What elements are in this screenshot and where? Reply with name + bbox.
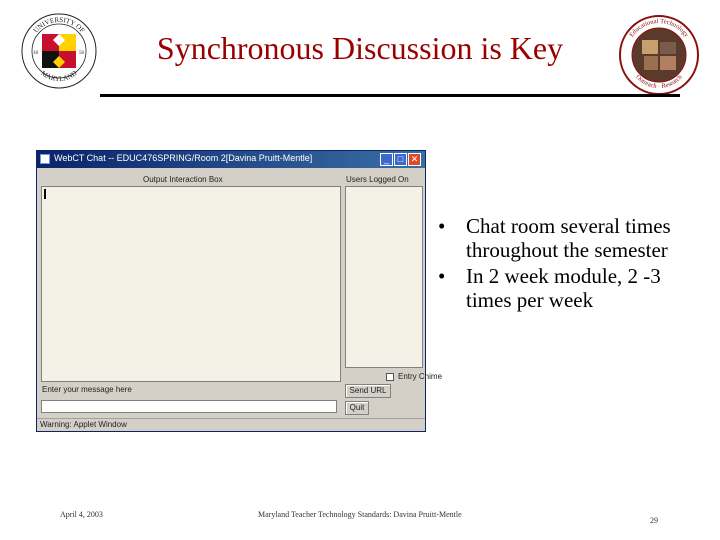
entry-chime-label: Entry Chime [398,372,443,381]
entry-chime-checkbox[interactable] [386,373,394,381]
output-box-label: Output Interaction Box [143,175,223,184]
users-logged-on-list[interactable] [345,186,423,368]
close-button[interactable]: ✕ [408,153,421,166]
svg-text:18: 18 [33,51,39,56]
bullet-list: • Chat room several times throughout the… [436,214,696,314]
chat-window-titlebar[interactable]: WebCT Chat -- EDUC476SPRING/Room 2[Davin… [37,151,425,168]
bullet-text: In 2 week module, 2 -3 times per week [466,264,661,312]
output-interaction-box[interactable] [41,186,341,382]
quit-button[interactable]: Quit [345,401,369,415]
maximize-button[interactable]: □ [394,153,407,166]
message-prompt-label: Enter your message here [42,385,132,394]
bullet-item: • In 2 week module, 2 -3 times per week [436,264,696,312]
bullet-text: Chat room several times throughout the s… [466,214,671,262]
bullet-item: • Chat room several times throughout the… [436,214,696,262]
message-input[interactable] [41,400,337,413]
users-logged-on-label: Users Logged On [346,175,409,184]
app-window-icon [40,154,50,164]
slide-title: Synchronous Discussion is Key [156,30,564,66]
chat-window-title: WebCT Chat -- EDUC476SPRING/Room 2[Davin… [54,153,313,163]
page-number: 29 [650,516,658,525]
chat-window: WebCT Chat -- EDUC476SPRING/Room 2[Davin… [36,150,442,432]
minimize-button[interactable]: _ [380,153,393,166]
applet-warning-text: Warning: Applet Window [40,420,127,429]
educational-technology-outreach-seal-logo: Educational Technology Outreach · Resear… [619,15,699,95]
university-of-maryland-seal-logo: UNIVERSITY OF MARYLAND 18 56 [21,13,97,89]
applet-status-bar: Warning: Applet Window [37,418,425,431]
footer-date: April 4, 2003 [60,510,103,519]
svg-text:56: 56 [79,51,85,56]
send-url-button[interactable]: Send URL [345,384,391,398]
bullet-dot-icon: • [438,214,446,238]
title-divider [100,94,680,97]
footer-center-text: Maryland Teacher Technology Standards: D… [258,510,462,519]
text-caret [44,189,46,199]
bullet-dot-icon: • [438,264,446,288]
